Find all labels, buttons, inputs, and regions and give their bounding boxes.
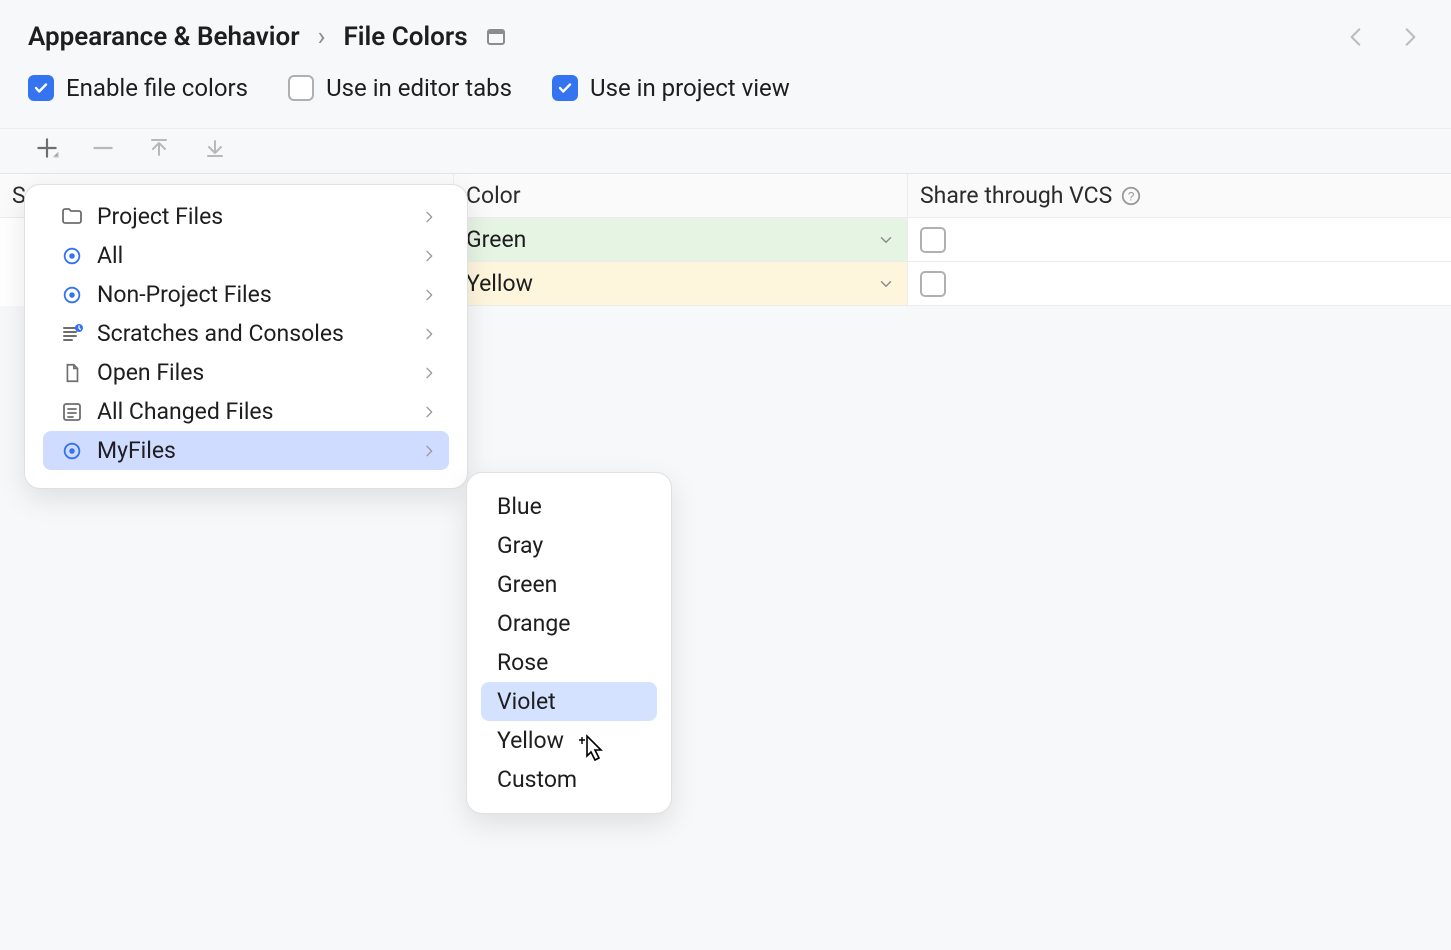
menu-item-label: All Changed Files <box>97 398 274 425</box>
menu-item-label: Non-Project Files <box>97 281 272 308</box>
scope-menu-item[interactable]: Open Files <box>43 353 449 392</box>
color-menu-item[interactable]: Gray <box>481 526 657 565</box>
changed-icon <box>59 399 85 425</box>
scope-menu-item[interactable]: Scratches and Consoles <box>43 314 449 353</box>
file-icon <box>59 360 85 386</box>
menu-item-label: Blue <box>497 493 542 520</box>
checkbox-icon[interactable] <box>920 271 946 297</box>
chevron-right-icon <box>421 248 437 264</box>
options-row: Enable file colors Use in editor tabs Us… <box>0 74 1451 128</box>
col-header-share: Share through VCS ? <box>908 174 1451 218</box>
svg-text:?: ? <box>1128 189 1135 203</box>
nav-forward-button[interactable] <box>1397 24 1423 50</box>
color-menu-item[interactable]: Violet <box>481 682 657 721</box>
chevron-right-icon <box>421 404 437 420</box>
breadcrumb-parent[interactable]: Appearance & Behavior <box>28 22 300 52</box>
color-menu-item[interactable]: Custom <box>481 760 657 799</box>
checkbox-icon <box>288 75 314 101</box>
chevron-down-icon <box>877 275 895 293</box>
scope-menu-item[interactable]: Non-Project Files <box>43 275 449 314</box>
chevron-right-icon <box>421 365 437 381</box>
menu-item-label: Custom <box>497 766 577 793</box>
menu-item-label: Gray <box>497 532 543 559</box>
menu-item-label: Rose <box>497 649 548 676</box>
settings-breadcrumb: Appearance & Behavior › File Colors <box>0 0 1451 74</box>
menu-item-label: Project Files <box>97 203 223 230</box>
target-icon <box>59 282 85 308</box>
nav-back-button[interactable] <box>1343 24 1369 50</box>
enable-file-colors-checkbox[interactable]: Enable file colors <box>28 74 248 102</box>
checkbox-icon <box>28 75 54 101</box>
window-icon <box>486 27 506 47</box>
share-cell[interactable] <box>908 218 1451 262</box>
scope-menu-item[interactable]: All <box>43 236 449 275</box>
color-menu-item[interactable]: Rose <box>481 643 657 682</box>
color-cell[interactable]: Green <box>454 218 908 262</box>
checkbox-icon <box>552 75 578 101</box>
menu-item-label: Orange <box>497 610 571 637</box>
target-icon <box>59 438 85 464</box>
chevron-right-icon <box>421 287 437 303</box>
menu-item-label: Violet <box>497 688 556 715</box>
scope-menu-item[interactable]: All Changed Files <box>43 392 449 431</box>
chevron-right-icon <box>421 209 437 225</box>
color-menu-item[interactable]: Green <box>481 565 657 604</box>
chevron-right-icon <box>421 326 437 342</box>
target-icon <box>59 243 85 269</box>
move-down-button[interactable] <box>200 133 230 163</box>
menu-item-label: Green <box>497 571 557 598</box>
breadcrumb-current: File Colors <box>343 22 467 52</box>
color-menu-item[interactable]: Blue <box>481 487 657 526</box>
menu-item-label: Yellow <box>497 727 564 754</box>
list-toolbar <box>0 128 1451 173</box>
checkbox-label: Enable file colors <box>66 74 248 102</box>
use-in-editor-tabs-checkbox[interactable]: Use in editor tabs <box>288 74 512 102</box>
col-header-color: Color <box>454 174 908 218</box>
color-cell[interactable]: Yellow <box>454 262 908 306</box>
color-menu-item[interactable]: Orange <box>481 604 657 643</box>
share-cell[interactable] <box>908 262 1451 306</box>
menu-item-label: All <box>97 242 123 269</box>
chevron-right-icon <box>421 443 437 459</box>
scope-popup: Project Files All Non-Project Files Scratch… <box>24 184 468 489</box>
checkbox-label: Use in editor tabs <box>326 74 512 102</box>
menu-item-label: Scratches and Consoles <box>97 320 344 347</box>
move-up-button[interactable] <box>144 133 174 163</box>
menu-item-label: MyFiles <box>97 437 176 464</box>
color-submenu-popup: Blue Gray Green Orange Rose Violet Yellow Custo… <box>466 472 672 814</box>
chevron-down-icon <box>877 231 895 249</box>
use-in-project-view-checkbox[interactable]: Use in project view <box>552 74 790 102</box>
help-icon[interactable]: ? <box>1120 185 1142 207</box>
remove-button[interactable] <box>88 133 118 163</box>
add-button[interactable] <box>32 133 62 163</box>
scope-menu-item[interactable]: Project Files <box>43 197 449 236</box>
scratch-icon <box>59 321 85 347</box>
breadcrumb-separator: › <box>318 22 326 52</box>
folder-icon <box>59 204 85 230</box>
checkbox-icon[interactable] <box>920 227 946 253</box>
color-menu-item[interactable]: Yellow <box>481 721 657 760</box>
menu-item-label: Open Files <box>97 359 204 386</box>
checkbox-label: Use in project view <box>590 74 790 102</box>
scope-menu-item[interactable]: MyFiles <box>43 431 449 470</box>
